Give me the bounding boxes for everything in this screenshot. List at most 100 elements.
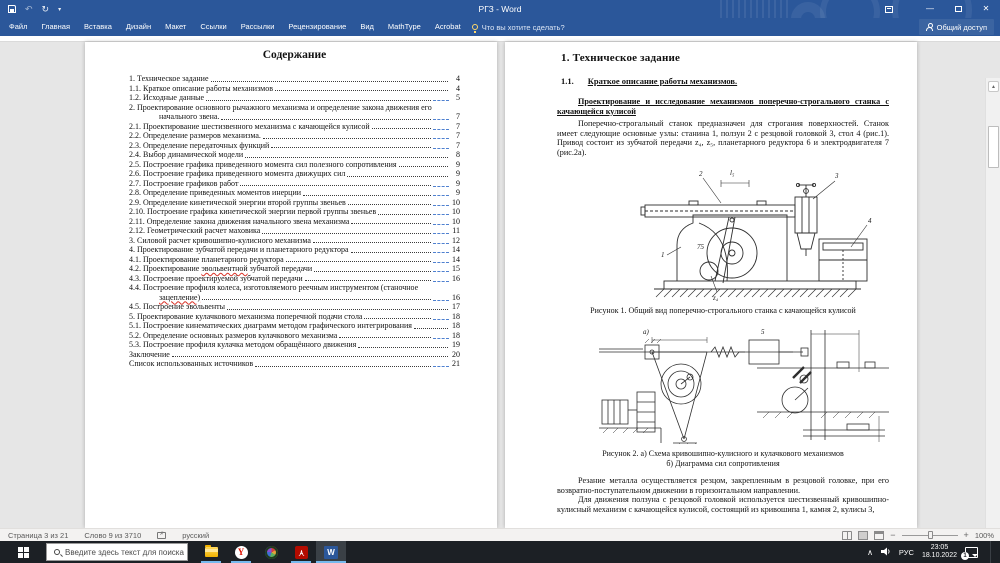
taskbar-app-word[interactable]: W <box>316 541 346 563</box>
save-icon[interactable] <box>8 5 16 13</box>
qat-customize-icon[interactable]: ▾ <box>58 6 61 13</box>
ribbon-tab-view[interactable]: Вид <box>353 18 381 36</box>
volume-icon[interactable] <box>881 543 891 561</box>
fig1-label-75: 75 <box>697 243 705 251</box>
figure-1: 2 l₅ 3 4 1 z₄ 75 <box>629 163 889 306</box>
figure-2-image: а) 5 <box>597 322 893 444</box>
ribbon-tab-home[interactable]: Главная <box>34 18 77 36</box>
toc-entry: 1. Техническое задание4 <box>129 74 460 84</box>
ribbon-tab-design[interactable]: Дизайн <box>119 18 158 36</box>
figure-2-caption-a: Рисунок 2. а) Схема кривошипно-кулисного… <box>557 449 889 459</box>
tell-me-box[interactable]: Что вы хотите сделать? <box>472 23 565 32</box>
status-bar: Страница 3 из 21 Слово 9 из 3710 русский… <box>0 528 1000 541</box>
zoom-in-button[interactable]: + <box>964 530 969 540</box>
read-mode-button[interactable] <box>842 531 852 540</box>
ribbon-tab-file[interactable]: Файл <box>2 18 34 36</box>
show-desktop-strip[interactable] <box>990 541 994 563</box>
toc-entry: 4.5. Построение эвольвенты17 <box>129 302 460 312</box>
ribbon-tab-acrobat[interactable]: Acrobat <box>428 18 468 36</box>
toc-entry: 4.3. Построение проектируемой зубчатой п… <box>129 274 460 284</box>
document-canvas: Содержание 1. Техническое задание41.1. К… <box>0 42 1000 528</box>
fig1-label-l5: l₅ <box>730 169 735 177</box>
notification-badge: 1 <box>961 552 969 560</box>
toc-entry: Заключение20 <box>129 350 460 360</box>
zoom-slider[interactable] <box>902 535 958 536</box>
toc-entry: 2.9. Определение кинетической энергии вт… <box>129 198 460 208</box>
figure-2: а) 5 <box>597 322 889 449</box>
scroll-up-arrow[interactable]: ▲ <box>988 81 999 92</box>
fig1-label-z4: z₄ <box>712 294 719 301</box>
zoom-out-button[interactable]: − <box>890 530 895 540</box>
toc-entry: 2.6. Построение графика приведенного мом… <box>129 169 460 179</box>
toc-entry: 1.1. Краткое описание работы механизмов4 <box>129 84 460 94</box>
scrollbar-thumb[interactable] <box>988 126 999 168</box>
zoom-level[interactable]: 100% <box>975 531 994 540</box>
toc-entry: 5.2. Определение основных размеров кулач… <box>129 331 460 341</box>
taskbar-search-input[interactable]: Введите здесь текст для поиска <box>46 543 188 561</box>
keyboard-language[interactable]: РУС <box>899 548 914 557</box>
word-icon: W <box>324 546 338 559</box>
taskbar-app-yandex-browser[interactable]: Y <box>226 541 256 563</box>
toc-entry: 5. Проектирование кулачкового механизма … <box>129 312 460 322</box>
clock[interactable]: 23:05 18.10.2022 <box>922 544 957 560</box>
minimize-button[interactable]: — <box>916 0 944 18</box>
close-button[interactable]: ✕ <box>972 0 1000 18</box>
toc-entry: 4.4. Построение профиля колеса, изготовл… <box>129 283 460 293</box>
toc-title: Содержание <box>129 49 460 61</box>
vertical-scrollbar[interactable]: ▲ ▼ <box>985 78 1000 563</box>
ribbon-tab-layout[interactable]: Макет <box>158 18 193 36</box>
redo-icon[interactable]: ↻ <box>42 4 50 15</box>
toc-entry: 2.4. Выбор динамической модели8 <box>129 150 460 160</box>
body-paragraph-2: Резание металла осуществляется резцом, з… <box>557 476 889 495</box>
fig1-label-3: 3 <box>834 172 839 180</box>
taskbar-app-game[interactable] <box>256 541 286 563</box>
fig2-label-5: 5 <box>761 328 765 336</box>
person-icon <box>926 23 933 31</box>
ribbon-tab-references[interactable]: Ссылки <box>193 18 233 36</box>
toc-entry: 2.3. Определение передаточных функций7 <box>129 141 460 151</box>
start-button[interactable] <box>0 541 46 563</box>
share-button[interactable]: Общий доступ <box>919 19 994 35</box>
figure-2-caption-b: б) Диаграмма сил сопротивления <box>557 459 889 469</box>
toc-entry: 2.11. Определение закона движения началь… <box>129 217 460 227</box>
word-count[interactable]: Слово 9 из 3710 <box>76 531 149 540</box>
hidden-icons-chevron[interactable]: ∧ <box>867 548 873 557</box>
project-title: Проектирование и исследование механизмов… <box>557 97 889 117</box>
fig1-label-4: 4 <box>868 217 872 225</box>
ribbon-tab-mathtype[interactable]: MathType <box>381 18 428 36</box>
web-layout-button[interactable] <box>874 531 884 540</box>
toc-entry: 4. Проектирование зубчатой передачи и пл… <box>129 245 460 255</box>
acrobat-icon <box>295 546 308 559</box>
toc-entry: 2.12. Геометрический расчет маховика11 <box>129 226 460 236</box>
ribbon-tab-insert[interactable]: Вставка <box>77 18 119 36</box>
toc-entry: 2.7. Построение графиков работ9 <box>129 179 460 189</box>
window-title: РГЗ - Word <box>479 0 522 18</box>
toc-entry: 2.10. Построение графика кинетической эн… <box>129 207 460 217</box>
document-page-toc[interactable]: Содержание 1. Техническое задание41.1. К… <box>85 42 497 528</box>
page-indicator[interactable]: Страница 3 из 21 <box>0 531 76 540</box>
toc-entry: 2.2. Определение размеров механизма.7 <box>129 131 460 141</box>
undo-icon[interactable]: ↶ <box>25 4 33 15</box>
ribbon-tab-review[interactable]: Рецензирование <box>281 18 353 36</box>
zoom-slider-thumb[interactable] <box>928 531 933 539</box>
search-icon <box>54 549 60 555</box>
taskbar-app-file-explorer[interactable] <box>196 541 226 563</box>
restore-button[interactable] <box>944 0 972 18</box>
action-center-icon[interactable]: 1 <box>965 547 978 558</box>
taskbar-app-acrobat[interactable] <box>286 541 316 563</box>
document-page-content[interactable]: 1. Техническое задание 1.1.Краткое описа… <box>505 42 917 528</box>
lightbulb-icon <box>472 24 478 30</box>
toc-entry: 2.1. Проектирование шестизвенного механи… <box>129 122 460 132</box>
yandex-icon: Y <box>235 546 248 559</box>
game-icon <box>265 546 278 559</box>
language-indicator[interactable]: русский <box>174 531 217 540</box>
windows-logo-icon <box>18 547 29 558</box>
ribbon-display-options-button[interactable] <box>876 6 902 13</box>
figure-1-caption: Рисунок 1. Общий вид поперечно-строгальн… <box>557 306 889 316</box>
toc-entry: начального звена.7 <box>129 112 460 122</box>
screen: { "window": { "title": "РГЗ - Word", "sh… <box>0 0 1000 563</box>
proofing-status-icon[interactable] <box>149 531 174 540</box>
ribbon-tab-mailings[interactable]: Рассылки <box>234 18 282 36</box>
quick-access-toolbar: ↶ ↻ ▾ <box>8 0 61 18</box>
print-layout-button[interactable] <box>858 531 868 540</box>
